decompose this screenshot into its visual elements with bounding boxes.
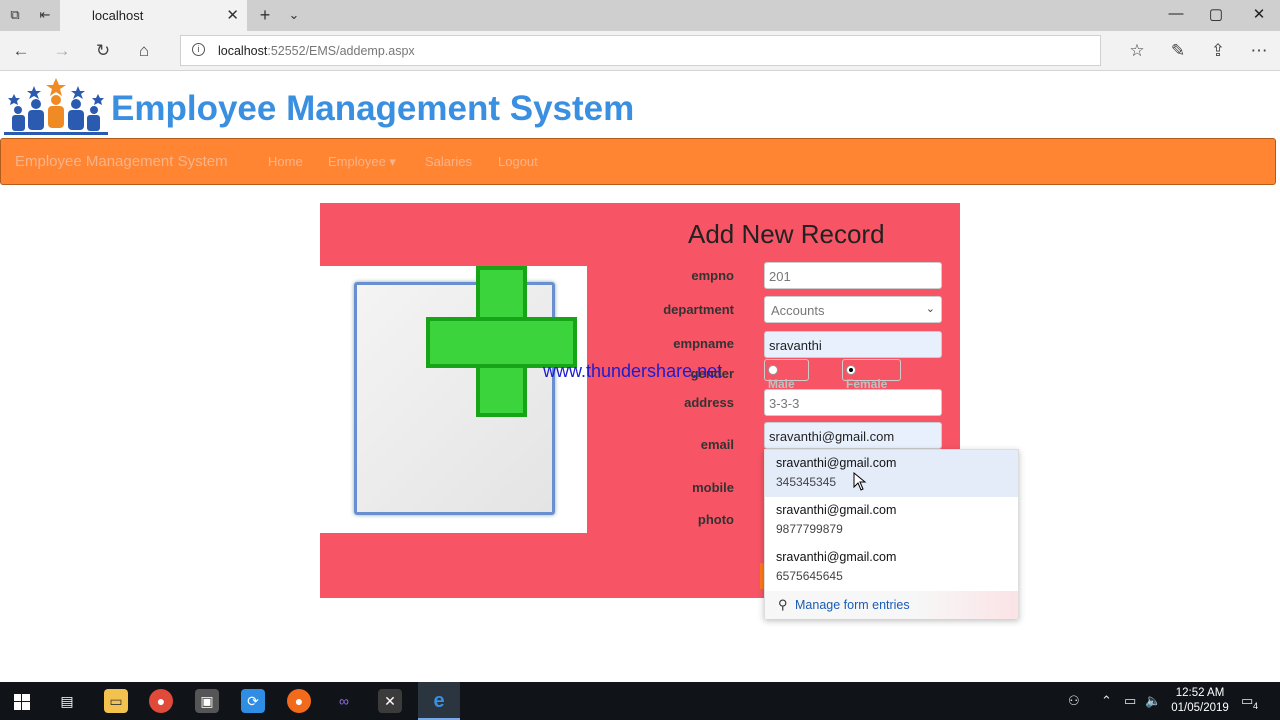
more-icon[interactable]: ⋯: [1248, 40, 1270, 62]
firefox-icon[interactable]: ●: [287, 689, 311, 713]
close-window-button[interactable]: ✕: [1249, 5, 1269, 23]
manage-form-entries-link[interactable]: ⚲ Manage form entries: [765, 591, 1018, 619]
battery-icon[interactable]: ▭: [1124, 693, 1136, 709]
label-empno: empno: [691, 268, 734, 283]
file-explorer-icon[interactable]: ▭: [104, 689, 128, 713]
browser-toolbar: ← → ↻ ⌂ i localhost:52552/EMS/addemp.asp…: [0, 31, 1280, 71]
clock-time: 12:52 AM: [1175, 687, 1225, 699]
radio-checked-icon: [846, 365, 856, 375]
set-aside-tabs-icon[interactable]: ⇤: [36, 6, 54, 24]
site-title: Employee Management System: [111, 89, 635, 128]
url-host: localhost: [218, 44, 268, 58]
autofill-email: sravanthi@gmail.com: [776, 550, 897, 564]
volume-icon[interactable]: 🔈: [1145, 693, 1161, 709]
edge-taskbar-button[interactable]: e: [418, 682, 460, 720]
app-sync-icon[interactable]: ⟳: [241, 689, 265, 713]
watermark-text: www.thundershare.net: [543, 361, 723, 381]
nav-salaries[interactable]: Salaries: [425, 154, 472, 169]
tab-preview-icon[interactable]: ⧉: [6, 6, 24, 24]
autofill-phone: 9877799879: [776, 522, 843, 536]
chrome-icon[interactable]: ●: [149, 689, 173, 713]
minimize-button[interactable]: —: [1166, 5, 1186, 22]
address-bar[interactable]: i localhost:52552/EMS/addemp.aspx: [180, 35, 1101, 66]
chevron-down-icon: ⌄: [925, 303, 935, 315]
autofill-entry[interactable]: sravanthi@gmail.com 6575645645: [765, 544, 1018, 591]
nav-logout[interactable]: Logout: [498, 154, 538, 169]
new-tab-icon[interactable]: +: [256, 6, 274, 24]
notification-center-icon[interactable]: ▭: [1241, 693, 1253, 709]
autofill-email: sravanthi@gmail.com: [776, 456, 897, 470]
label-mobile: mobile: [692, 480, 734, 495]
location-pin-icon: ⚲: [778, 597, 788, 612]
browser-tab[interactable]: localhost ✕: [60, 0, 247, 31]
refresh-icon[interactable]: ↻: [92, 40, 114, 62]
tools-icon[interactable]: ✕: [378, 689, 402, 713]
empname-input[interactable]: sravanthi: [764, 331, 942, 358]
taskbar: ▤ ▭ ● ▣ ⟳ ● ∞ ✕ e ⚇ ⌃ ▭ 🔈 12:52 AM 01/05…: [0, 682, 1280, 720]
tab-list-chevron-icon[interactable]: ⌄: [285, 6, 303, 24]
radio-unchecked-icon: [768, 365, 778, 375]
autofill-phone: 345345345: [776, 475, 837, 489]
share-icon[interactable]: ⇪: [1207, 40, 1229, 62]
logo-icon: [4, 78, 108, 135]
gender-male-radio[interactable]: Male: [764, 359, 809, 391]
show-hidden-icons-chevron-icon[interactable]: ⌃: [1101, 693, 1112, 709]
notification-count: 4: [1253, 701, 1259, 711]
autofill-entry[interactable]: sravanthi@gmail.com 9877799879: [765, 497, 1018, 544]
department-select[interactable]: Accounts ⌄: [764, 296, 942, 323]
form-title: Add New Record: [688, 219, 885, 249]
label-photo: photo: [697, 512, 734, 527]
nav-home[interactable]: Home: [268, 154, 303, 169]
label-department: department: [663, 302, 734, 317]
nav-employee-dropdown[interactable]: Employee ▾: [328, 154, 396, 170]
pen-icon[interactable]: ✎: [1167, 40, 1189, 62]
label-empname: empname: [673, 336, 734, 351]
task-view-icon[interactable]: ▤: [55, 689, 79, 713]
app-icon[interactable]: ▣: [195, 689, 219, 713]
back-icon[interactable]: ←: [10, 40, 32, 62]
edge-icon: e: [433, 690, 445, 712]
close-tab-icon[interactable]: ✕: [226, 6, 239, 24]
email-input[interactable]: sravanthi@gmail.com: [764, 422, 942, 449]
autofill-dropdown: sravanthi@gmail.com 345345345 sravanthi@…: [764, 449, 1019, 619]
plus-icon-center: [430, 321, 573, 364]
forward-icon[interactable]: →: [51, 40, 73, 62]
site-info-icon[interactable]: i: [192, 43, 205, 56]
add-record-image: [320, 266, 587, 533]
address-input[interactable]: 3-3-3: [764, 389, 942, 416]
autofill-entry[interactable]: sravanthi@gmail.com 345345345: [765, 450, 1018, 497]
navbar-brand[interactable]: Employee Management System: [15, 153, 228, 170]
label-email: email: [700, 437, 734, 452]
label-address: address: [684, 395, 734, 410]
tab-title: localhost: [92, 8, 144, 23]
url-text[interactable]: localhost:52552/EMS/addemp.aspx: [218, 44, 415, 58]
people-icon[interactable]: ⚇: [1068, 693, 1080, 709]
favorites-icon[interactable]: ☆: [1126, 40, 1148, 62]
browser-tab-bar: ⧉ ⇤ localhost ✕ + ⌄ — ▢ ✕: [0, 0, 1280, 31]
url-path: :52552/EMS/addemp.aspx: [267, 44, 415, 58]
autofill-phone: 6575645645: [776, 569, 843, 583]
system-clock[interactable]: 12:52 AM 01/05/2019: [1170, 686, 1230, 716]
visual-studio-icon[interactable]: ∞: [332, 689, 356, 713]
manage-form-entries-label: Manage form entries: [795, 598, 910, 612]
maximize-button[interactable]: ▢: [1206, 5, 1226, 23]
gender-female-radio[interactable]: Female: [842, 359, 901, 391]
mouse-cursor-icon: [853, 472, 867, 491]
site-navbar: Employee Management System Home Employee…: [0, 138, 1276, 185]
empno-input[interactable]: 201: [764, 262, 942, 289]
windows-start-icon[interactable]: [14, 694, 30, 710]
clock-date: 01/05/2019: [1171, 702, 1229, 714]
department-selected-value: Accounts: [771, 303, 825, 318]
home-icon[interactable]: ⌂: [133, 40, 155, 62]
autofill-email: sravanthi@gmail.com: [776, 503, 897, 517]
